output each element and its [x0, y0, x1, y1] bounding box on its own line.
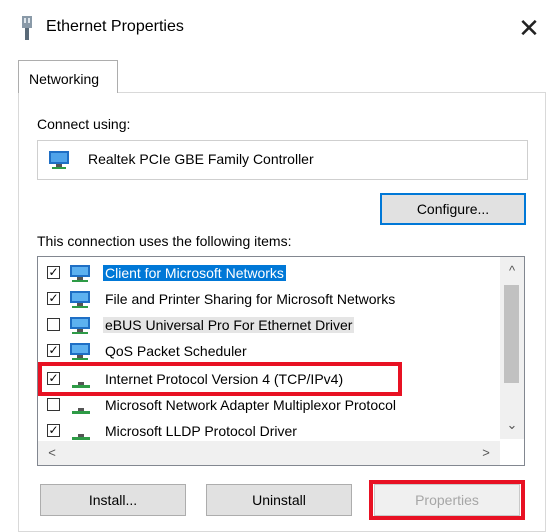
items-label: This connection uses the following items…: [37, 233, 292, 249]
close-icon: ✕: [518, 13, 540, 43]
scroll-left-icon[interactable]: <: [40, 445, 64, 460]
vertical-scrollbar[interactable]: ^ ⌄: [500, 257, 524, 439]
properties-highlight: [369, 480, 525, 520]
adapter-name: Realtek PCIe GBE Family Controller: [88, 151, 314, 167]
list-item[interactable]: eBUS Universal Pro For Ethernet Driver: [38, 313, 498, 338]
checkbox[interactable]: [47, 318, 60, 331]
item-label: File and Printer Sharing for Microsoft N…: [105, 291, 396, 307]
list-item[interactable]: ✓ QoS Packet Scheduler: [38, 339, 498, 364]
scroll-thumb[interactable]: [504, 285, 519, 383]
item-label: Microsoft LLDP Protocol Driver: [105, 423, 297, 439]
qos-scheduler-icon: [70, 343, 90, 360]
connect-using-label: Connect using:: [37, 116, 131, 132]
list-item[interactable]: Microsoft Network Adapter Multiplexor Pr…: [38, 393, 498, 418]
install-button[interactable]: Install...: [40, 484, 186, 516]
client-network-icon: [70, 265, 90, 282]
scroll-down-icon[interactable]: ⌄: [500, 417, 524, 433]
window-title: Ethernet Properties: [46, 18, 184, 35]
tab-label: Networking: [29, 71, 100, 87]
item-label: QoS Packet Scheduler: [105, 343, 247, 359]
network-adapter-icon: [49, 151, 69, 169]
install-label: Install...: [88, 492, 138, 508]
horizontal-scrollbar[interactable]: < >: [38, 441, 500, 465]
item-label: Client for Microsoft Networks: [103, 265, 286, 281]
close-button[interactable]: ✕: [512, 12, 546, 46]
scroll-right-icon[interactable]: >: [474, 445, 498, 460]
checkbox[interactable]: ✓: [47, 344, 60, 357]
scroll-up-icon[interactable]: ^: [500, 263, 524, 278]
tab-networking[interactable]: Networking: [18, 60, 118, 93]
list-item[interactable]: ✓ Client for Microsoft Networks: [38, 261, 498, 286]
configure-label: Configure...: [416, 201, 490, 217]
uninstall-button[interactable]: Uninstall: [206, 484, 352, 516]
protocol-icon: [72, 408, 90, 414]
checkbox[interactable]: ✓: [47, 424, 60, 437]
item-label: Microsoft Network Adapter Multiplexor Pr…: [105, 397, 396, 413]
checkbox[interactable]: ✓: [47, 266, 60, 279]
items-list[interactable]: ✓ Client for Microsoft Networks ✓ File a…: [37, 256, 525, 466]
ipv4-highlight: [38, 362, 402, 396]
list-item[interactable]: ✓ File and Printer Sharing for Microsoft…: [38, 287, 498, 312]
ethernet-icon: [22, 16, 32, 40]
protocol-icon: [72, 434, 90, 440]
adapter-box: Realtek PCIe GBE Family Controller: [37, 140, 528, 180]
item-label: eBUS Universal Pro For Ethernet Driver: [103, 317, 355, 333]
configure-button[interactable]: Configure...: [380, 193, 526, 225]
title-bar: Ethernet Properties ✕: [0, 0, 552, 56]
checkbox[interactable]: [47, 398, 60, 411]
ebus-driver-icon: [70, 317, 90, 334]
uninstall-label: Uninstall: [252, 492, 306, 508]
checkbox[interactable]: ✓: [47, 292, 60, 305]
file-sharing-icon: [70, 291, 90, 308]
